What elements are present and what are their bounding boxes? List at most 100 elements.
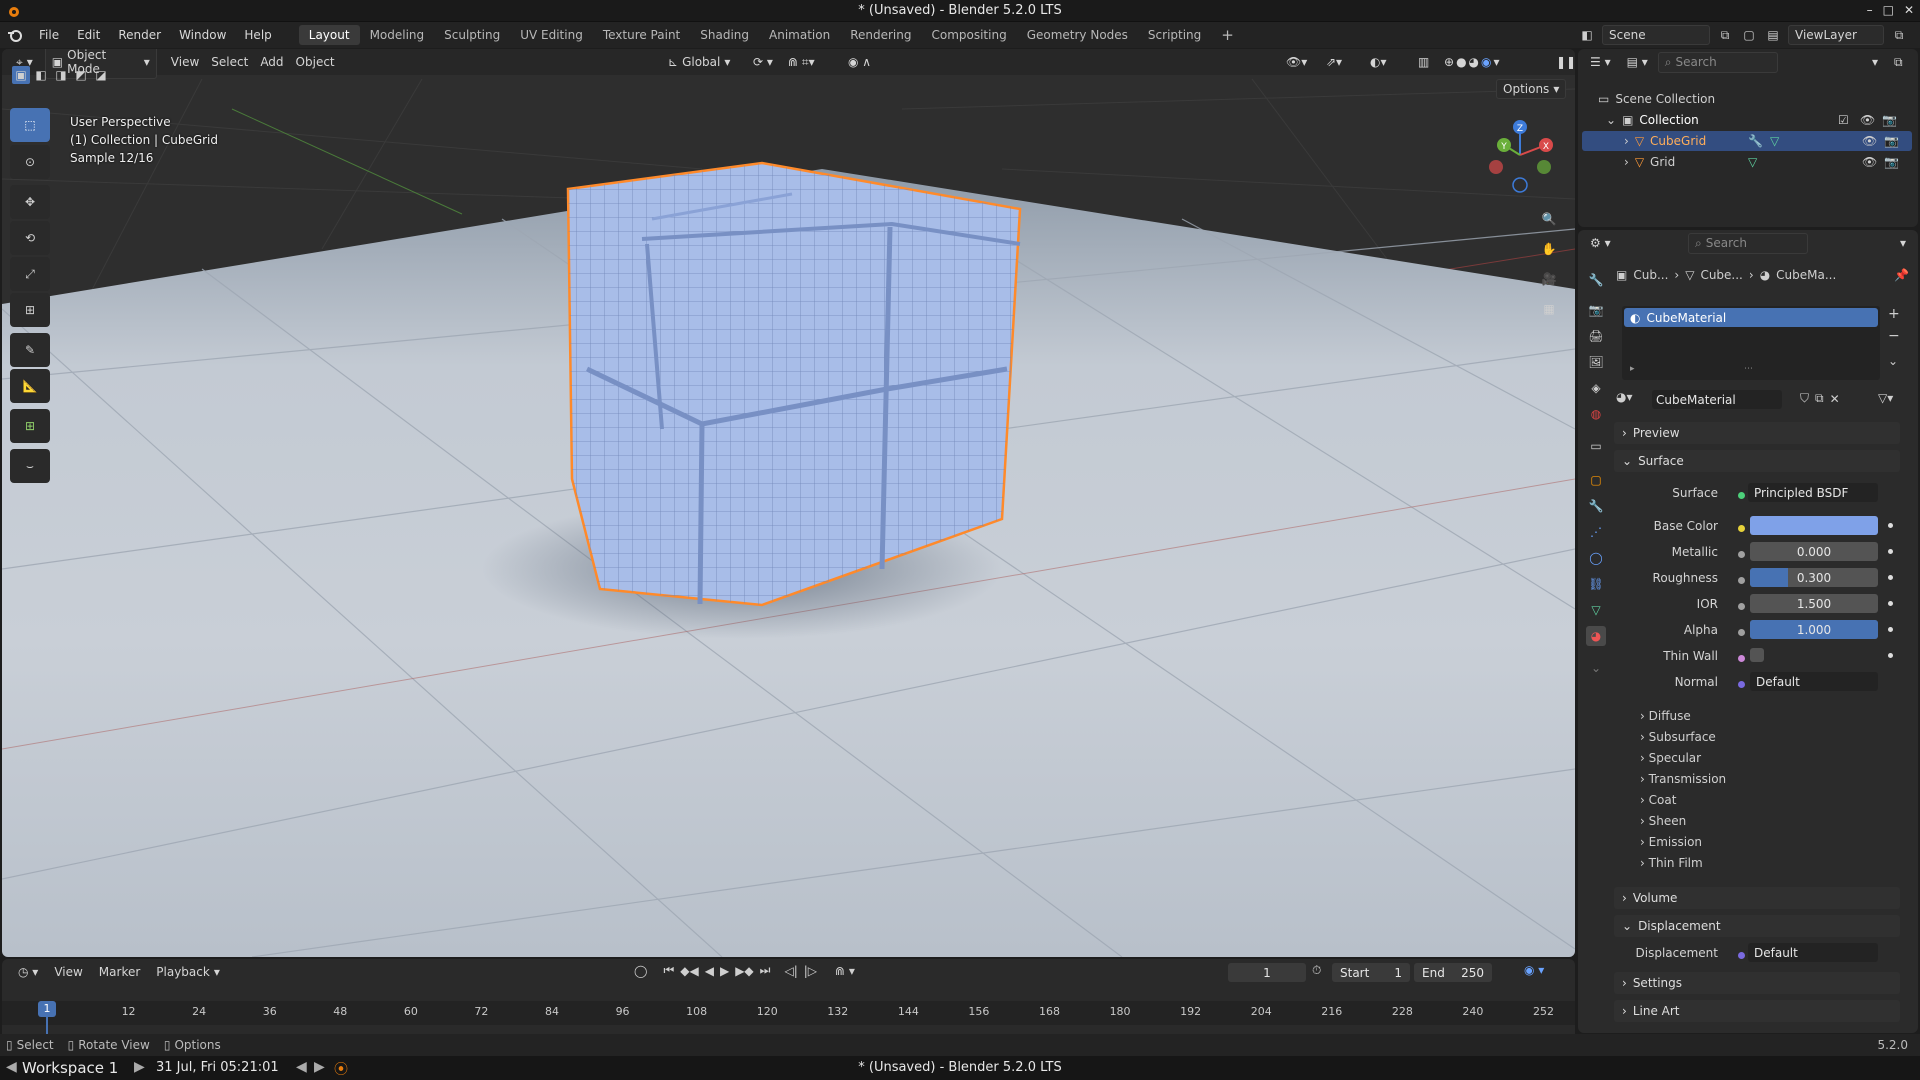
subpanel-diffuse[interactable]: › Diffuse — [1640, 709, 1691, 723]
menu-help[interactable]: Help — [235, 28, 280, 42]
3d-viewport[interactable]: ⌖ ▾ ▣ Object Mode ▾ View Select Add Objec… — [2, 49, 1575, 957]
add-workspace-icon[interactable]: + — [1211, 23, 1244, 47]
chevron-down-icon[interactable]: ▾ — [1894, 234, 1912, 252]
options-dropdown[interactable]: Options ▾ — [1496, 79, 1567, 99]
new-view-layer-icon[interactable]: ⧉ — [1890, 26, 1908, 44]
camera-view-icon[interactable]: 🎥 — [1537, 267, 1561, 291]
zoom-icon[interactable]: 🔍 — [1537, 207, 1561, 231]
timeline-menu-marker[interactable]: Marker — [93, 963, 146, 981]
tab-texture-paint[interactable]: Texture Paint — [593, 25, 690, 45]
select-new-icon[interactable]: ▣ — [12, 66, 30, 84]
proportional-edit-icon[interactable]: ◉ ∧ — [842, 53, 877, 71]
snap-icon[interactable]: ⋒ ⌗▾ — [782, 53, 821, 72]
camera-icon[interactable]: 📷 — [1882, 113, 1897, 127]
scene-icon[interactable]: ◧ — [1578, 26, 1596, 44]
annotate-tool[interactable]: ✎ — [10, 333, 50, 367]
subpanel-sheen[interactable]: › Sheen — [1640, 814, 1686, 828]
properties-editor[interactable]: ⚙ ▾ ⌕ Search ▾ 🔧 📷 🖨 🖼 ◈ ◍ ▭ ▢ 🔧 ⋰ ◯ ⛓ ▽ … — [1578, 230, 1918, 1033]
animate-property-dot[interactable] — [1888, 575, 1893, 580]
play-icon[interactable]: ▶ — [720, 964, 729, 978]
preview-panel-header[interactable]: › Preview — [1614, 422, 1900, 444]
outliner-row-grid[interactable]: › ▽ Grid ▽ 👁 📷 — [1624, 152, 1912, 172]
playhead-frame[interactable]: 1 — [38, 1001, 56, 1017]
tab-rendering[interactable]: Rendering — [840, 25, 921, 45]
outliner-row-cubegrid[interactable]: › ▽ CubeGrid 🔧 ▽ 👁 📷 — [1582, 131, 1912, 151]
param-slider[interactable]: 0.300 — [1750, 568, 1878, 587]
param-slider[interactable]: 1.500 — [1750, 594, 1878, 613]
outliner-row-collection[interactable]: ⌄ ▣ Collection ☑ 👁 📷 — [1606, 110, 1912, 130]
properties-search-input[interactable]: ⌕ Search — [1688, 232, 1808, 254]
subpanel-specular[interactable]: › Specular — [1640, 751, 1701, 765]
surface-panel-header[interactable]: ⌄ Surface — [1614, 450, 1900, 472]
select-subtract-icon[interactable]: ◨ — [52, 66, 70, 84]
tool-tab-icon[interactable]: 🔧 — [1586, 270, 1606, 290]
displacement-panel-header[interactable]: ⌄ Displacement — [1614, 915, 1900, 937]
eye-icon[interactable]: 👁 — [1860, 113, 1875, 127]
eye-icon[interactable]: 👁 — [1862, 155, 1877, 169]
outliner-editor[interactable]: ☰ ▾ ▤ ▾ ⌕ Search ▾ ⧉ ▭ Scene Collection ⌄… — [1578, 49, 1918, 227]
menu-window[interactable]: Window — [170, 28, 235, 42]
overlay-toggle-icon[interactable]: ◐▾ — [1364, 53, 1393, 71]
camera-icon[interactable]: 📷 — [1884, 155, 1899, 169]
viewport-menu-select[interactable]: Select — [205, 53, 254, 71]
navigation-gizmo[interactable]: Z X Y — [1480, 115, 1560, 195]
close-button[interactable]: ✕ — [1904, 3, 1914, 17]
remove-scene-icon[interactable]: ▢ — [1740, 26, 1758, 44]
tab-compositing[interactable]: Compositing — [921, 25, 1016, 45]
tab-animation[interactable]: Animation — [759, 25, 840, 45]
subpanel-thin-film[interactable]: › Thin Film — [1640, 856, 1703, 870]
thin-wall-checkbox[interactable] — [1750, 648, 1764, 662]
subpanel-subsurface[interactable]: › Subsurface — [1640, 730, 1716, 744]
visibility-icon[interactable]: 👁▾ — [1280, 53, 1313, 71]
menu-render[interactable]: Render — [109, 28, 170, 42]
gizmo-toggle-icon[interactable]: ⇗▾ — [1320, 53, 1348, 71]
collection-tab-icon[interactable]: ▭ — [1586, 436, 1606, 456]
outliner-editor-type[interactable]: ☰ ▾ — [1584, 53, 1617, 71]
subpanel-transmission[interactable]: › Transmission — [1640, 772, 1726, 786]
tab-scripting[interactable]: Scripting — [1138, 25, 1211, 45]
unlink-material-icon[interactable]: ✕ — [1830, 392, 1840, 406]
view-layer-selector[interactable]: ViewLayer — [1788, 25, 1884, 45]
pin-icon[interactable]: 📌 — [1894, 268, 1909, 282]
menu-file[interactable]: File — [30, 28, 68, 42]
view-layer-tab-icon[interactable]: 🖼 — [1586, 352, 1606, 372]
timeline-editor-type[interactable]: ◷ ▾ — [12, 963, 44, 981]
wireframe-shading-icon[interactable]: ⊕ — [1444, 55, 1454, 69]
param-slider[interactable]: 0.000 — [1750, 542, 1878, 561]
filter-icon[interactable]: ▾ — [1866, 53, 1884, 71]
end-frame-field[interactable]: End 250 — [1414, 963, 1492, 982]
select-box-tool[interactable]: ⬚ — [10, 108, 50, 142]
next-keyframe-icon[interactable]: ▶◆ — [735, 964, 753, 978]
add-slot-icon[interactable]: + — [1888, 306, 1900, 322]
resize-handle-icon[interactable]: ⋯ — [1744, 364, 1753, 374]
viewport-menu-add[interactable]: Add — [254, 53, 289, 71]
extrude-curve-tool[interactable]: ⌣ — [10, 449, 50, 483]
frame-ruler[interactable]: 12 24 36 48 60 72 84 96 108 120 132 144 156 168 180 192… — [2, 1001, 1575, 1025]
rotate-tool[interactable]: ⟲ — [10, 221, 50, 255]
view-layer-icon[interactable]: ▤ — [1764, 26, 1782, 44]
new-collection-icon[interactable]: ⧉ — [1888, 53, 1909, 72]
select-extend-icon[interactable]: ◧ — [32, 66, 50, 84]
tab-geometry-nodes[interactable]: Geometry Nodes — [1017, 25, 1138, 45]
subpanel-emission[interactable]: › Emission — [1640, 835, 1702, 849]
start-frame-field[interactable]: Start 1 — [1332, 963, 1410, 982]
output-tab-icon[interactable]: 🖨 — [1586, 326, 1606, 346]
viewport-menu-view[interactable]: View — [165, 53, 205, 71]
properties-editor-type[interactable]: ⚙ ▾ — [1584, 234, 1617, 252]
chevron-right-icon[interactable]: › — [1624, 155, 1629, 169]
pivot-point-icon[interactable]: ⟳ ▾ — [747, 53, 779, 71]
surface-shader-field[interactable]: Principled BSDF — [1748, 483, 1878, 502]
next-frame-icon[interactable]: |▷ — [804, 964, 817, 978]
cursor-tool[interactable]: ⊙ — [10, 145, 50, 179]
autokey-icon[interactable]: ◯ — [634, 964, 647, 978]
chevron-down-icon[interactable]: ⌄ — [1606, 113, 1616, 127]
camera-icon[interactable]: 📷 — [1884, 134, 1899, 148]
animate-property-dot[interactable] — [1888, 627, 1893, 632]
render-tab-icon[interactable]: 📷 — [1586, 300, 1606, 320]
transform-orientation-dropdown[interactable]: ⊾ Global ▾ — [662, 53, 736, 71]
chevron-right-icon[interactable]: › — [1624, 134, 1629, 148]
xray-toggle-icon[interactable]: ▥ — [1412, 53, 1435, 71]
shading-mode-buttons[interactable]: ⊕ ● ◕ ◉ ▾ — [1438, 53, 1506, 71]
timeline-editor[interactable]: ◷ ▾ View Marker Playback ▾ ◯ ⏮ ◆◀ ◀ ▶ ▶◆ … — [2, 959, 1575, 1043]
outliner-search-input[interactable]: ⌕ Search — [1657, 51, 1778, 73]
